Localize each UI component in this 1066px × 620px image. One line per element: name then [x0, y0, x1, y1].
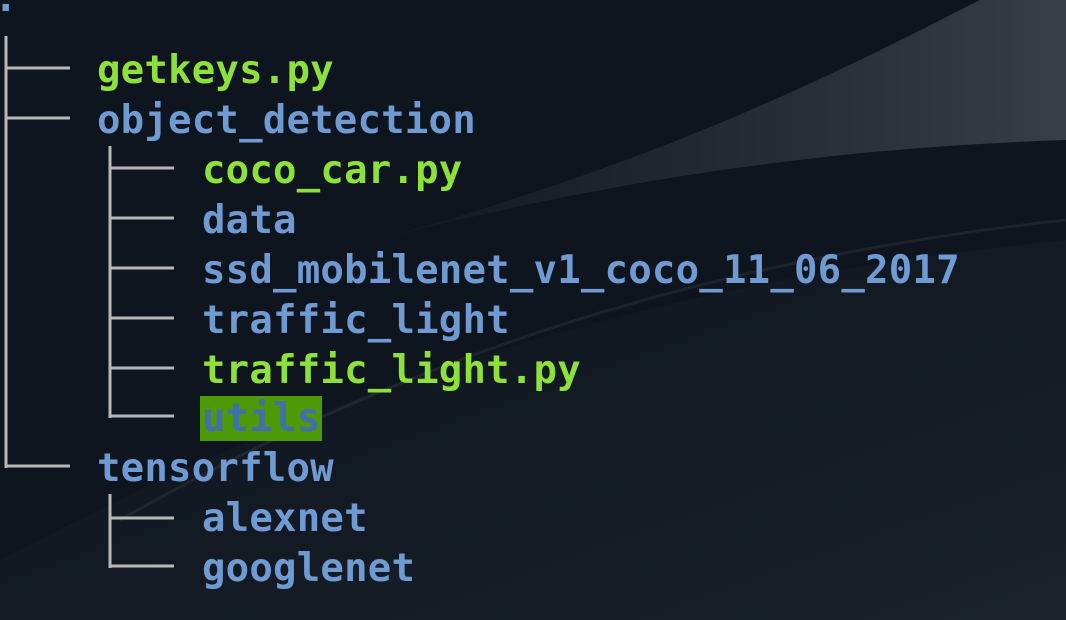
tree-item-ssd-mobilenet[interactable]: ssd_mobilenet_v1_coco_11_06_2017 — [202, 246, 960, 296]
terminal-window[interactable]: . getkeys.py object_detection coco_car.p… — [0, 0, 1066, 620]
tree-item-getkeys-py[interactable]: getkeys.py — [97, 46, 334, 96]
tree-item-data[interactable]: data — [202, 196, 297, 246]
tree-item-utils-label: utils — [200, 396, 323, 441]
tree-item-tensorflow[interactable]: tensorflow — [97, 444, 334, 494]
tree-item-googlenet[interactable]: googlenet — [202, 544, 415, 594]
tree-item-object-detection[interactable]: object_detection — [97, 96, 476, 146]
tree-item-coco-car-py[interactable]: coco_car.py — [202, 146, 462, 196]
tree-item-utils[interactable]: utils — [200, 394, 323, 444]
tree-item-traffic-light-py[interactable]: traffic_light.py — [202, 346, 581, 396]
tree-item-alexnet[interactable]: alexnet — [202, 494, 368, 544]
tree-item-traffic-light-dir[interactable]: traffic_light — [202, 296, 510, 346]
